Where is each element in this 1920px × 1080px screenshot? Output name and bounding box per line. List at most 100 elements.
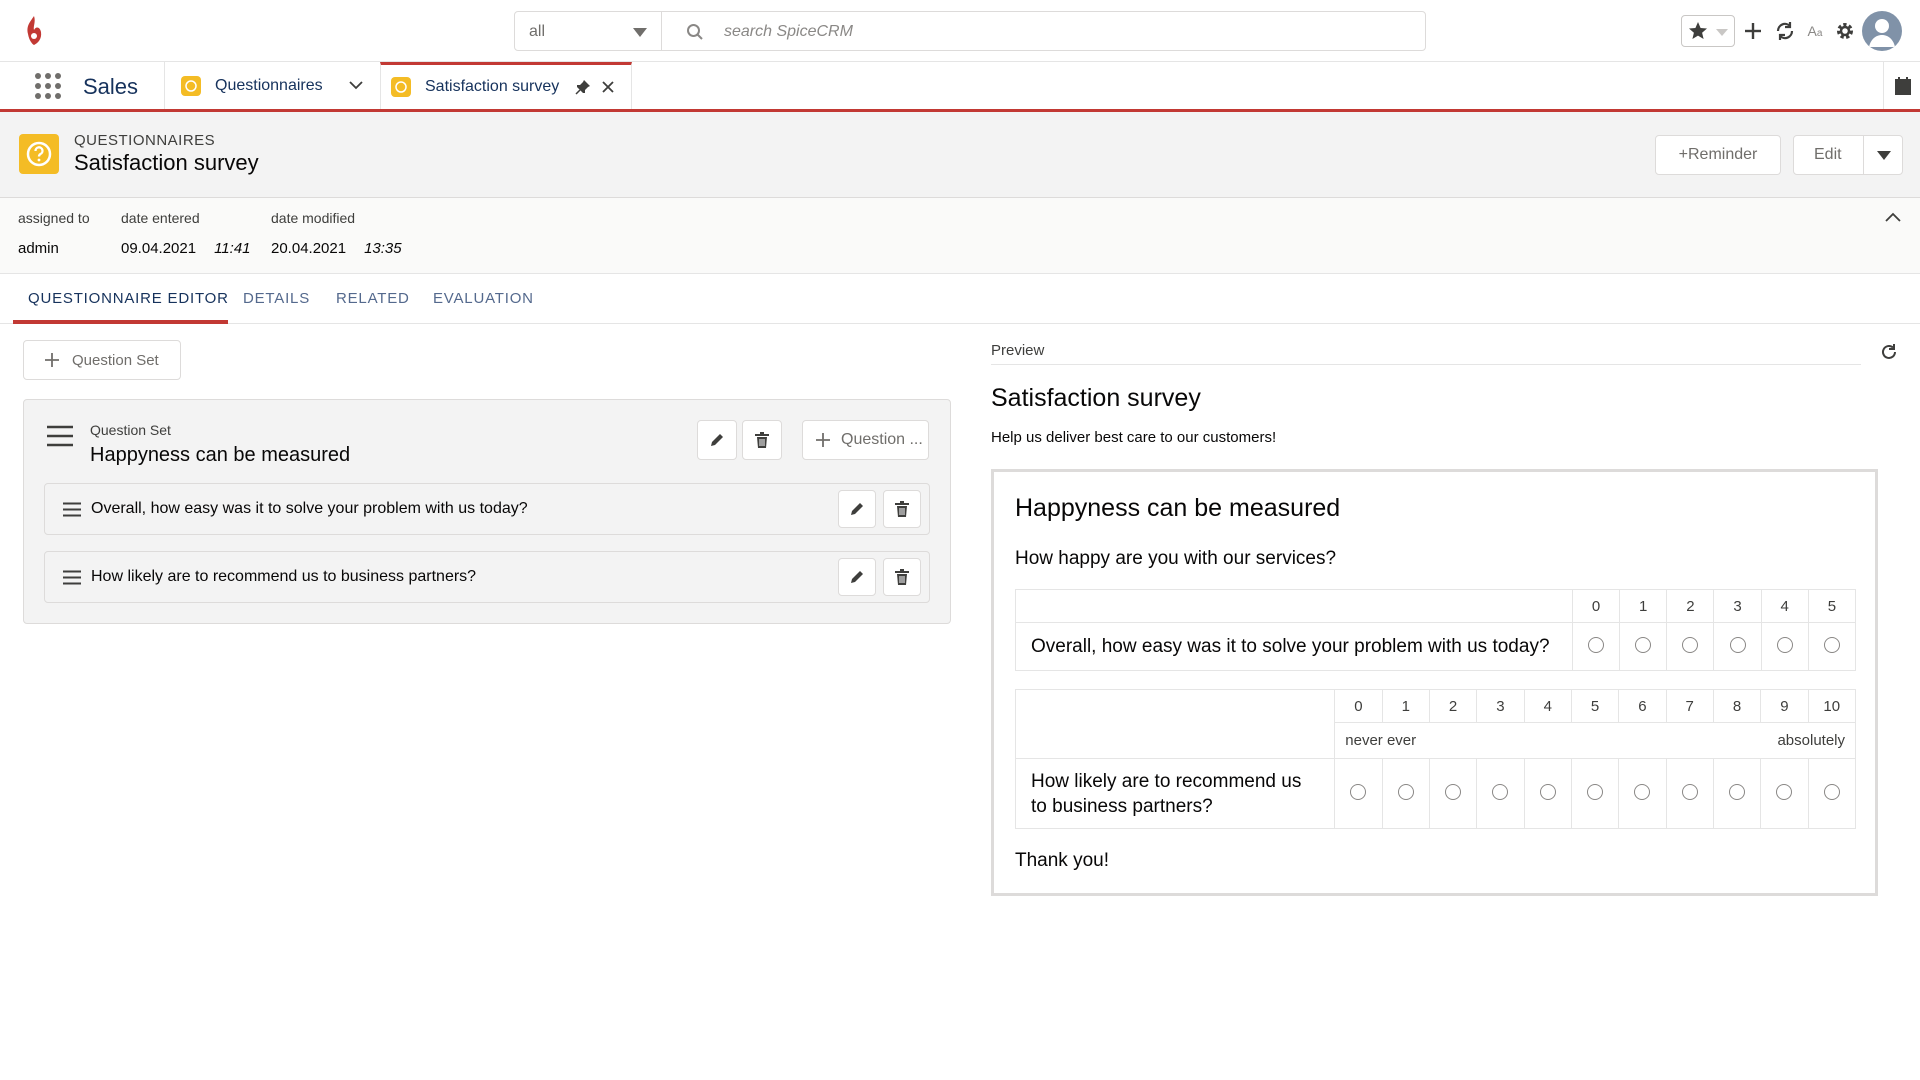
radio-option[interactable]: [1634, 783, 1651, 800]
delete-question-button[interactable]: [883, 490, 921, 528]
scale-header: 9: [1760, 689, 1809, 723]
chevron-down-icon[interactable]: [349, 80, 363, 90]
delete-question-set-button[interactable]: [742, 420, 782, 460]
date-entered-label: date entered: [121, 210, 200, 226]
radio-option[interactable]: [1729, 636, 1746, 653]
spicecrm-logo-icon[interactable]: [22, 14, 46, 48]
tab-label: Questionnaires: [215, 76, 323, 94]
delete-question-button[interactable]: [883, 558, 921, 596]
app-launcher-icon[interactable]: [34, 72, 62, 100]
tab-evaluation[interactable]: EVALUATION: [433, 290, 534, 307]
questionnaire-icon: [19, 134, 59, 174]
scale-header: 4: [1760, 589, 1809, 623]
scale-header: 0: [1571, 589, 1621, 623]
date-entered-value: 09.04.2021 11:41: [121, 240, 251, 257]
record-tabs: QUESTIONNAIRE EDITOR DETAILS RELATED EVA…: [0, 274, 1920, 324]
search-placeholder: search SpiceCRM: [724, 23, 853, 40]
tab-label: Satisfaction survey: [425, 78, 560, 95]
scale-header: 0: [1334, 689, 1383, 723]
radio-option[interactable]: [1635, 636, 1652, 653]
edit-question-button[interactable]: [838, 490, 876, 528]
close-icon[interactable]: [602, 81, 614, 93]
chevron-down-icon[interactable]: [1716, 29, 1728, 36]
chevron-up-icon[interactable]: [1885, 212, 1901, 222]
radio-option[interactable]: [1823, 636, 1840, 653]
radio-option[interactable]: [1776, 783, 1793, 800]
preview-scale-table-2: 0 1 2 3 4 5 6 7 8 9 10 never ever absolu…: [1014, 689, 1857, 829]
edit-question-set-button[interactable]: [697, 420, 737, 460]
scale-header: 3: [1476, 689, 1525, 723]
tab-questionnaires[interactable]: Questionnaires: [164, 62, 380, 109]
radio-option[interactable]: [1776, 636, 1793, 653]
date-modified-label: date modified: [271, 210, 356, 226]
drag-handle-icon[interactable]: [47, 425, 73, 447]
notes-utility-button[interactable]: [1883, 62, 1920, 109]
pencil-icon: [851, 571, 863, 583]
tab-questionnaire-editor[interactable]: QUESTIONNAIRE EDITOR: [28, 290, 229, 307]
question-row: How likely are to recommend us to busine…: [44, 551, 930, 603]
drag-handle-icon[interactable]: [63, 502, 81, 517]
radio-option[interactable]: [1350, 783, 1367, 800]
pin-icon[interactable]: [575, 79, 591, 95]
radio-option[interactable]: [1682, 636, 1699, 653]
trash-icon: [895, 501, 909, 517]
refresh-icon[interactable]: [1772, 18, 1798, 44]
plus-icon: [45, 353, 59, 367]
highlight-fields: assigned to admin date entered 09.04.202…: [0, 198, 1920, 274]
tab-related[interactable]: RELATED: [336, 290, 410, 307]
user-avatar[interactable]: [1862, 11, 1902, 51]
scale-min-label: never ever: [1345, 732, 1417, 749]
radio-option[interactable]: [1492, 783, 1509, 800]
edit-question-button[interactable]: [838, 558, 876, 596]
trash-icon: [895, 569, 909, 585]
drag-handle-icon[interactable]: [63, 570, 81, 585]
scale-header: 3: [1713, 589, 1762, 623]
assigned-to-value: admin: [18, 240, 59, 257]
favorites-button[interactable]: [1681, 15, 1735, 47]
radio-option[interactable]: [1587, 783, 1604, 800]
global-search-input[interactable]: search SpiceCRM: [661, 11, 1426, 51]
radio-option[interactable]: [1397, 783, 1414, 800]
add-question-set-label: Question Set: [72, 351, 159, 369]
scale-header: 5: [1807, 589, 1857, 623]
preview-question-set-name: Happyness can be measured: [1015, 494, 1341, 522]
radio-option[interactable]: [1588, 636, 1605, 653]
date-modified-value: 20.04.2021 13:35: [271, 240, 402, 257]
search-icon: [687, 24, 703, 40]
radio-option[interactable]: [1539, 783, 1556, 800]
question-text: How likely are to recommend us to busine…: [91, 568, 477, 585]
radio-option[interactable]: [1729, 783, 1746, 800]
record-header: QUESTIONNAIRES Satisfaction survey +Remi…: [0, 112, 1920, 198]
preview-frame: Happyness can be measured How happy are …: [991, 469, 1878, 896]
edit-button[interactable]: Edit: [1793, 135, 1903, 175]
search-scope-select[interactable]: all: [514, 11, 662, 51]
refresh-icon[interactable]: [1880, 343, 1898, 361]
preview-title: Satisfaction survey: [991, 384, 1201, 412]
scale-header: 5: [1570, 689, 1620, 723]
tab-satisfaction-survey[interactable]: Satisfaction survey: [380, 62, 632, 109]
radio-option[interactable]: [1445, 783, 1462, 800]
date-modified-date: 20.04.2021: [271, 240, 347, 257]
scale-header: 1: [1381, 689, 1430, 723]
chevron-down-icon[interactable]: [1877, 151, 1891, 160]
preview-question-text: Overall, how easy was it to solve your p…: [1015, 622, 1573, 671]
notes-icon: [1895, 77, 1911, 95]
tab-details[interactable]: DETAILS: [243, 290, 310, 307]
pencil-icon: [711, 434, 723, 446]
user-icon: [1869, 19, 1895, 47]
preview-subtitle: Help us deliver best care to our custome…: [991, 429, 1277, 446]
add-icon[interactable]: [1740, 18, 1766, 44]
radio-option[interactable]: [1681, 783, 1698, 800]
scale-header: 10: [1807, 689, 1857, 723]
add-question-button[interactable]: Question ...: [802, 420, 929, 460]
reminder-label: +Reminder: [1678, 146, 1758, 163]
language-icon[interactable]: Aa: [1802, 18, 1828, 44]
edit-label: Edit: [1814, 146, 1842, 163]
radio-option[interactable]: [1823, 783, 1840, 800]
global-header: all search SpiceCRM Aa: [0, 0, 1920, 62]
reminder-button[interactable]: +Reminder: [1655, 135, 1781, 175]
gear-icon[interactable]: [1832, 18, 1858, 44]
question-set-card: Question Set Happyness can be measured Q…: [23, 399, 951, 624]
add-question-set-button[interactable]: Question Set: [23, 340, 181, 380]
question-text: Overall, how easy was it to solve your p…: [91, 500, 528, 517]
